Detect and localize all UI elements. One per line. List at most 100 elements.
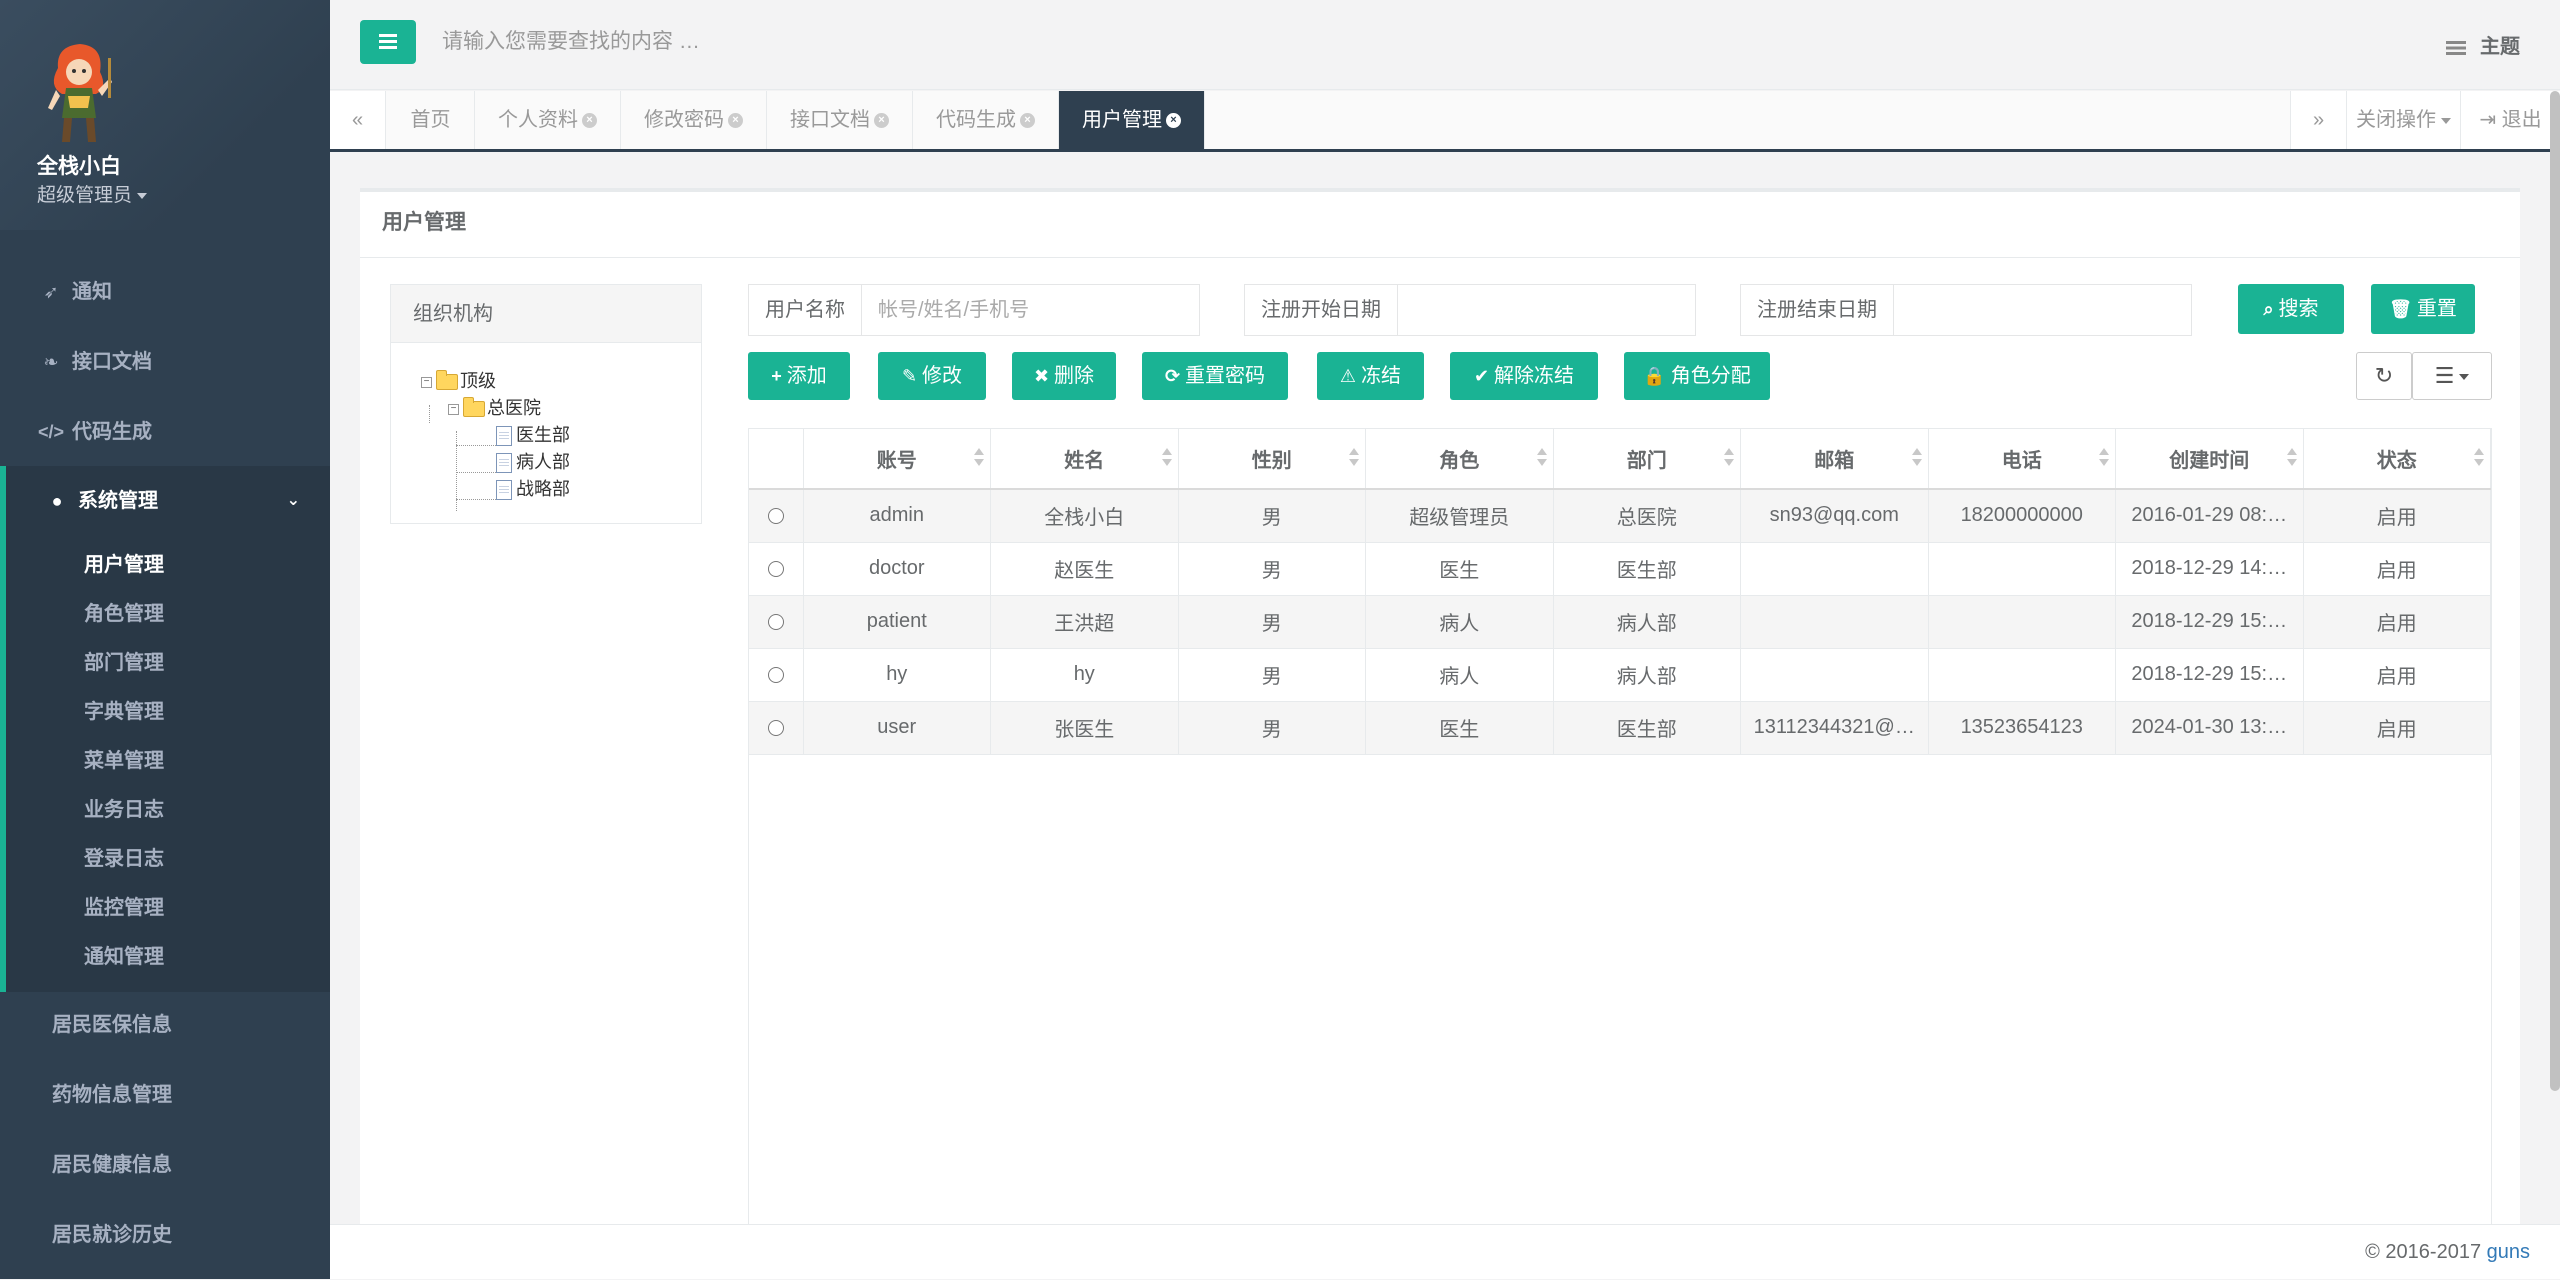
- sidebar-item-label: 代码生成: [72, 421, 152, 443]
- footer-link[interactable]: guns: [2487, 1241, 2530, 1263]
- search-button[interactable]: ⌕ 搜索: [2238, 284, 2344, 334]
- row-select-cell: [749, 701, 804, 755]
- collapse-icon[interactable]: −: [448, 403, 459, 415]
- filter-end-label: 注册结束日期: [1741, 285, 1894, 335]
- menu-toggle-button[interactable]: [360, 20, 416, 64]
- tree-node-label: 顶级: [460, 371, 496, 391]
- collapse-icon[interactable]: −: [421, 376, 432, 388]
- row-radio[interactable]: [767, 560, 784, 577]
- tab-user-mgmt[interactable]: 用户管理 ×: [1059, 91, 1205, 149]
- row-radio[interactable]: [767, 666, 784, 683]
- close-icon[interactable]: ×: [728, 113, 743, 129]
- assign-role-button[interactable]: 🔒 角色分配: [1624, 352, 1770, 400]
- close-icon[interactable]: ×: [874, 113, 889, 129]
- tab-api-docs[interactable]: 接口文档 ×: [767, 91, 913, 149]
- edit-button[interactable]: ✎ 修改: [878, 352, 986, 400]
- close-icon[interactable]: ×: [1166, 113, 1181, 129]
- column-header-dept[interactable]: 部门: [1553, 429, 1741, 490]
- tab-change-password[interactable]: 修改密码 ×: [621, 91, 767, 149]
- delete-button[interactable]: ✖ 删除: [1012, 352, 1116, 400]
- table-row[interactable]: patient 王洪超男病人 病人部 2018-12-29 15:… 启用: [749, 595, 2491, 649]
- sidebar-item-label: 接口文档: [72, 351, 152, 373]
- column-header-email[interactable]: 邮箱: [1740, 429, 1929, 490]
- table-cell: 2018-12-29 15:…: [2115, 595, 2304, 649]
- avatar[interactable]: [38, 38, 120, 148]
- table-cell: 18200000000: [1928, 489, 2116, 543]
- table-cell: doctor: [803, 542, 991, 596]
- sidebar-subitem-user-mgmt[interactable]: 用户管理: [84, 548, 164, 577]
- tabs-scroll-left-icon[interactable]: «: [330, 91, 386, 149]
- sidebar-item-drugs[interactable]: 药物信息管理: [0, 1060, 330, 1130]
- sidebar-item-visit-history[interactable]: 居民就诊历史: [0, 1200, 330, 1270]
- sidebar-subitem-notice-mgmt[interactable]: 通知管理: [84, 940, 164, 969]
- sidebar-item-system[interactable]: ● 系统管理 ⌄: [0, 466, 330, 536]
- start-date-input[interactable]: [1398, 285, 1695, 335]
- sidebar-item-notice[interactable]: ➶ 通知: [0, 257, 330, 327]
- table-cell: 男: [1178, 595, 1366, 649]
- sidebar-item-label: 系统管理: [78, 490, 158, 512]
- column-header-gender[interactable]: 性别: [1178, 429, 1366, 490]
- add-button[interactable]: + 添加: [748, 352, 850, 400]
- user-role-dropdown[interactable]: 超级管理员: [37, 180, 148, 207]
- tab-home[interactable]: 首页: [387, 91, 475, 149]
- tree-node-patient-dept[interactable]: 病人部: [496, 448, 570, 474]
- tab-code-gen[interactable]: 代码生成 ×: [913, 91, 1059, 149]
- sidebar-subitem-biz-log[interactable]: 业务日志: [84, 793, 164, 822]
- tree-node-doctor-dept[interactable]: 医生部: [496, 421, 570, 447]
- sidebar-subitem-dept-mgmt[interactable]: 部门管理: [84, 646, 164, 675]
- refresh-icon: ⟳: [1164, 366, 1181, 386]
- tree-node-hospital[interactable]: − 总医院: [448, 394, 541, 420]
- button-label: 搜索: [2278, 298, 2319, 320]
- tree-node-strategy-dept[interactable]: 战略部: [496, 475, 570, 501]
- row-radio[interactable]: [767, 613, 784, 630]
- sidebar-item-health[interactable]: 居民健康信息: [0, 1130, 330, 1200]
- profile-area: 全栈小白 超级管理员: [0, 0, 330, 230]
- tab-label: 用户管理: [1082, 109, 1162, 131]
- table-row[interactable]: admin 全栈小白男超级管理员 总医院 sn93@qq.com 18200000000…: [749, 489, 2491, 543]
- tab-profile[interactable]: 个人资料 ×: [475, 91, 621, 149]
- theme-button[interactable]: 主题: [2446, 30, 2520, 59]
- column-header-phone[interactable]: 电话: [1928, 429, 2116, 490]
- column-header-name[interactable]: 姓名: [990, 429, 1179, 490]
- table-row[interactable]: hy hy 男病人 病人部 2018-12-29 15:… 启用: [749, 648, 2491, 702]
- tree-node-root[interactable]: − 顶级: [421, 367, 496, 393]
- sidebar-item-insurance[interactable]: 居民医保信息: [0, 990, 330, 1060]
- table-cell: 张医生: [990, 701, 1179, 755]
- unfreeze-button[interactable]: ✔ 解除冻结: [1450, 352, 1598, 400]
- username-input[interactable]: [862, 285, 1199, 335]
- row-radio[interactable]: [767, 507, 784, 524]
- page-scrollbar[interactable]: [2550, 91, 2560, 1091]
- logout-button[interactable]: ⇥ 退出: [2460, 91, 2560, 149]
- sidebar-subitem-login-log[interactable]: 登录日志: [84, 842, 164, 871]
- close-ops-dropdown[interactable]: 关闭操作: [2346, 91, 2460, 149]
- column-header-status[interactable]: 状态: [2303, 429, 2491, 490]
- column-header-account[interactable]: 账号: [803, 429, 991, 490]
- sidebar-item-code-gen[interactable]: </> 代码生成: [0, 397, 330, 467]
- refresh-table-button[interactable]: ↻: [2356, 352, 2412, 400]
- close-icon[interactable]: ×: [582, 113, 597, 129]
- row-radio[interactable]: [767, 719, 784, 736]
- sidebar-subitem-role-mgmt[interactable]: 角色管理: [84, 597, 164, 626]
- global-search-input[interactable]: [440, 22, 1240, 62]
- freeze-button[interactable]: ⚠ 冻结: [1317, 352, 1424, 400]
- sidebar-subitem-menu-mgmt[interactable]: 菜单管理: [84, 744, 164, 773]
- sidebar-subitem-dict-mgmt[interactable]: 字典管理: [84, 695, 164, 724]
- table-cell: [1740, 595, 1929, 649]
- table-row[interactable]: doctor 赵医生男医生 医生部 2018-12-29 14:… 启用: [749, 542, 2491, 596]
- column-header-role[interactable]: 角色: [1365, 429, 1554, 490]
- table-cell: 男: [1178, 542, 1366, 596]
- tabs-scroll-right-icon[interactable]: »: [2290, 91, 2346, 149]
- sidebar-subitem-monitor[interactable]: 监控管理: [84, 891, 164, 920]
- sidebar-item-api-docs[interactable]: ❧ 接口文档: [0, 327, 330, 397]
- page-title: 用户管理: [360, 192, 2520, 258]
- end-date-input[interactable]: [1894, 285, 2191, 335]
- tree-node-label: 战略部: [516, 479, 570, 499]
- table-row[interactable]: user 张医生男医生 医生部 13112344321@… 13523654123 202…: [749, 701, 2491, 755]
- column-header-created[interactable]: 创建时间: [2115, 429, 2304, 490]
- reset-password-button[interactable]: ⟳ 重置密码: [1142, 352, 1288, 400]
- button-label: 修改: [922, 365, 963, 387]
- columns-toggle-button[interactable]: ☰: [2412, 352, 2492, 400]
- close-icon[interactable]: ×: [1020, 113, 1035, 129]
- table-cell: 全栈小白: [990, 489, 1179, 543]
- reset-button[interactable]: 🗑 重置: [2371, 284, 2475, 334]
